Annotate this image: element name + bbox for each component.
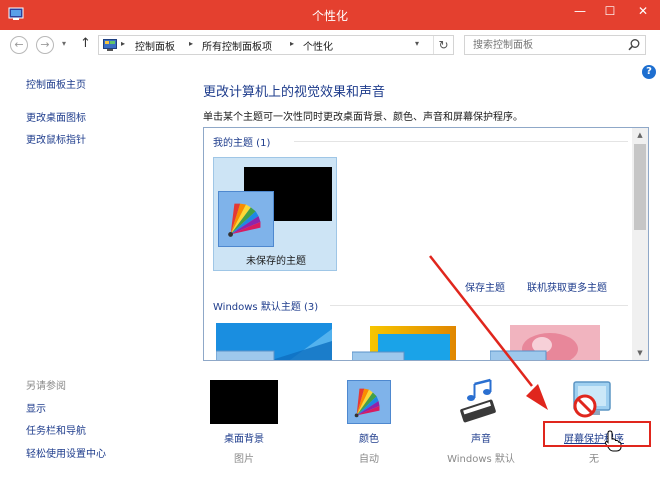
sound-value: Windows 默认 — [447, 454, 515, 465]
desktop-background-label[interactable]: 桌面背景 — [196, 430, 292, 445]
color-fan-icon — [354, 388, 380, 418]
color-thumbnail — [347, 380, 391, 424]
no-symbol-icon — [573, 381, 611, 418]
annotation-highlight-box — [543, 421, 651, 447]
color-item[interactable]: 颜色 自动 — [321, 374, 417, 470]
sound-item[interactable]: 声音 Windows 默认 — [433, 374, 529, 470]
sound-label[interactable]: 声音 — [433, 430, 529, 445]
desktop-background-value: 图片 — [234, 454, 254, 465]
color-value: 自动 — [359, 454, 379, 465]
color-label[interactable]: 颜色 — [321, 430, 417, 445]
music-notes-icon — [460, 378, 496, 423]
desktop-background-thumbnail — [210, 380, 278, 424]
screen-saver-value: 无 — [589, 454, 599, 465]
desktop-background-item[interactable]: 桌面背景 图片 — [196, 374, 292, 470]
